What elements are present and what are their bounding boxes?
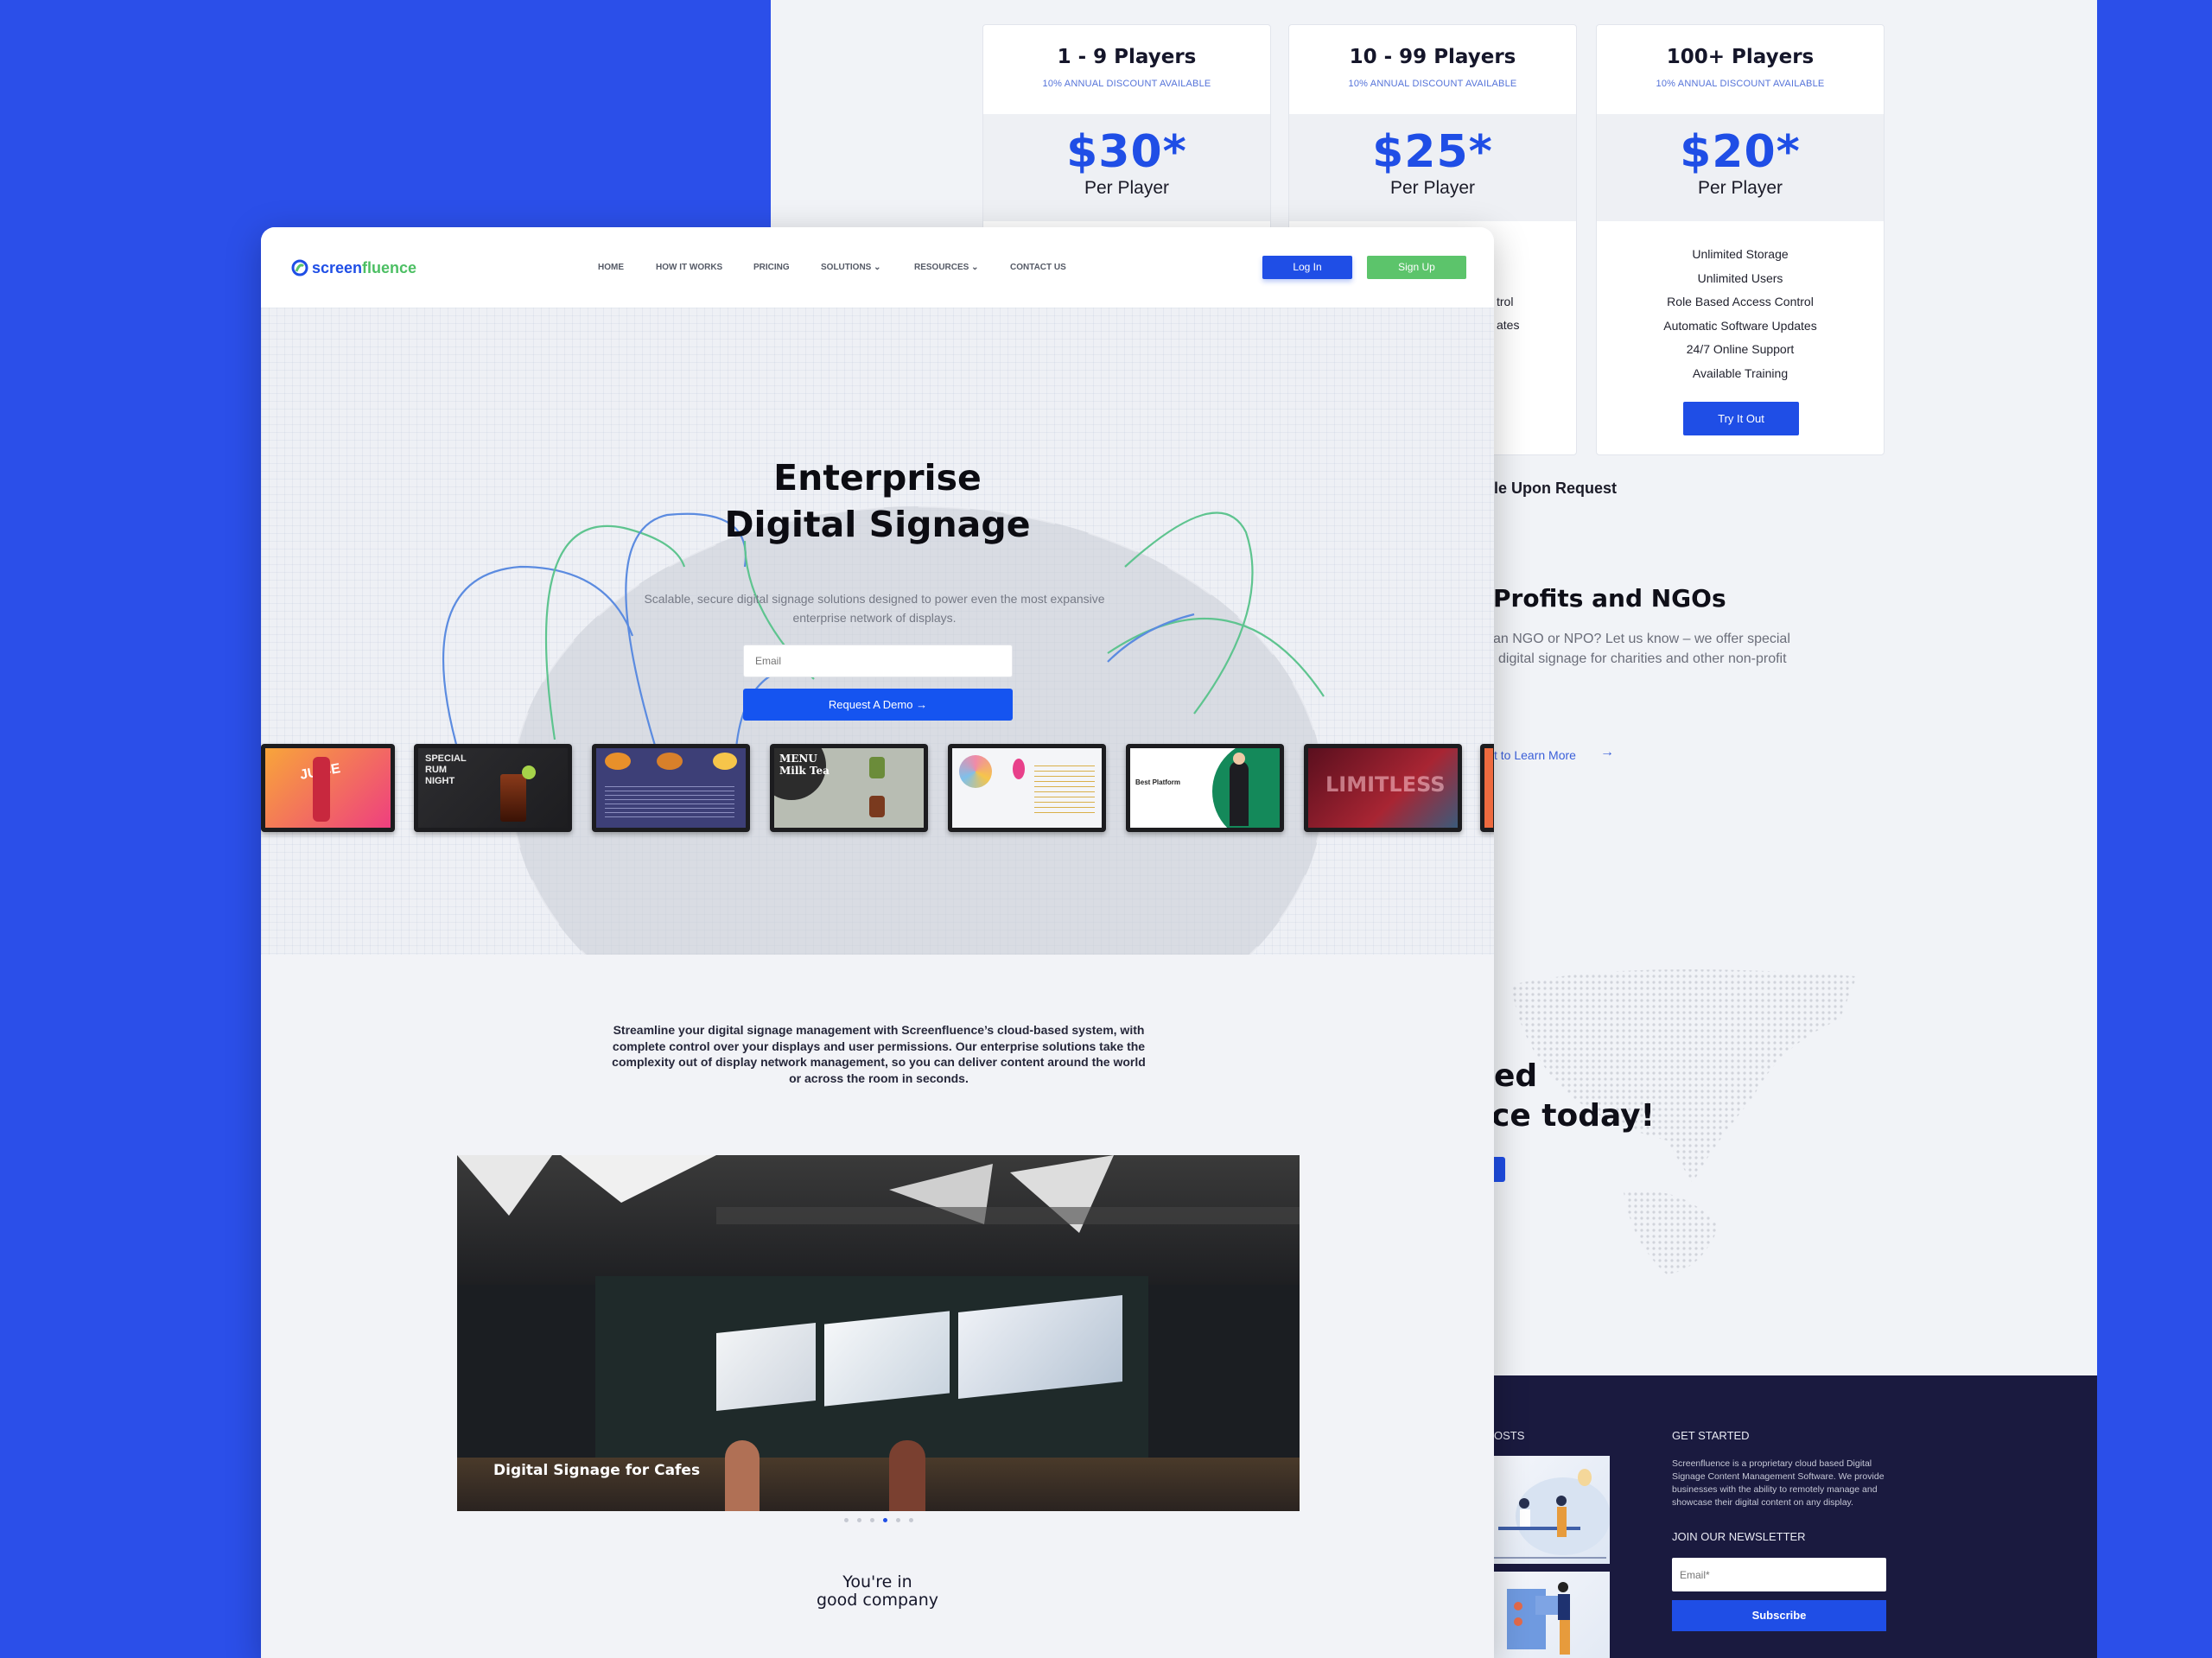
feature-item: Role Based Access Control xyxy=(1667,295,1814,308)
tile-text: MENU Milk Tea xyxy=(779,753,830,778)
nav-resources[interactable]: RESOURCES ⌄ xyxy=(914,263,979,272)
signage-tile[interactable]: SPECIAL RUM NIGHT xyxy=(414,744,572,832)
nav-contact-us[interactable]: CONTACT US xyxy=(1010,263,1066,272)
tier-title: 1 - 9 Players xyxy=(1057,46,1197,68)
feature-item: Automatic Software Updates xyxy=(1663,318,1817,333)
hero-title: Enterprise Digital Signage xyxy=(261,454,1494,548)
menu-screen xyxy=(716,1322,816,1412)
feature-item: 24/7 Online Support xyxy=(1686,342,1795,356)
carousel-dot[interactable] xyxy=(896,1518,900,1522)
price: $20* xyxy=(1680,126,1801,178)
login-button[interactable]: Log In xyxy=(1262,256,1352,279)
post-thumbnail[interactable] xyxy=(1494,1572,1610,1658)
feature-item: Available Training xyxy=(1692,365,1789,380)
team-illustration-icon xyxy=(1494,1469,1611,1559)
nav-label: SOLUTIONS xyxy=(821,263,872,272)
learn-more-link[interactable]: t to Learn More xyxy=(1494,748,1576,762)
tile-text: Best Platform xyxy=(1135,778,1181,786)
nav-label: RESOURCES xyxy=(914,263,969,272)
newsletter-email-input[interactable] xyxy=(1672,1558,1886,1591)
recent-posts-heading: OSTS xyxy=(1494,1429,1525,1442)
signage-tile[interactable]: Best Platform xyxy=(1126,744,1284,832)
feature-list: Unlimited Storage Unlimited Users Role B… xyxy=(1597,243,1884,385)
feature-item: Unlimited Users xyxy=(1697,270,1783,285)
discount-note: 10% ANNUAL DISCOUNT AVAILABLE xyxy=(1348,79,1517,89)
menu-screen xyxy=(958,1295,1122,1399)
button-label: Request A Demo xyxy=(828,698,913,711)
chevron-down-icon: ⌄ xyxy=(874,263,881,272)
post-thumbnail[interactable] xyxy=(1494,1456,1611,1564)
signage-tile[interactable] xyxy=(1480,744,1494,832)
ceiling-graphic xyxy=(457,1155,1300,1233)
nonprofit-text: digital signage for charities and other … xyxy=(1498,651,1787,666)
logo-text: screen xyxy=(312,258,363,276)
nonprofit-text: an NGO or NPO? Let us know – we offer sp… xyxy=(1493,632,1790,646)
heading-line: good company xyxy=(817,1591,938,1610)
nav-solutions[interactable]: SOLUTIONS ⌄ xyxy=(821,263,881,272)
cta-heading: ed xyxy=(1494,1058,1538,1094)
pricing-card-100-plus: 100+ Players 10% ANNUAL DISCOUNT AVAILAB… xyxy=(1596,24,1885,455)
logo-text: fluence xyxy=(362,258,417,276)
demo-email-input[interactable] xyxy=(743,645,1013,677)
hero-section: Enterprise Digital Signage Scalable, sec… xyxy=(261,308,1494,955)
feature-fragment: trol xyxy=(1497,295,1514,308)
per-player: Per Player xyxy=(1389,178,1476,198)
tile-text: LIMITLESS xyxy=(1325,772,1446,797)
cta-heading: ce today! xyxy=(1491,1098,1656,1134)
homepage-window: screen fluence HOME HOW IT WORKS PRICING … xyxy=(261,227,1494,1658)
heading-line: You're in xyxy=(842,1572,912,1591)
company-description: Screenfluence is a proprietary cloud bas… xyxy=(1672,1458,1885,1508)
carousel-dot[interactable] xyxy=(857,1518,861,1522)
menu-illustration-icon xyxy=(1507,1582,1570,1655)
carousel-dot[interactable] xyxy=(844,1518,849,1522)
tier-title: 10 - 99 Players xyxy=(1349,46,1516,68)
hero-title-line: Enterprise xyxy=(773,457,982,499)
carousel-caption: Digital Signage for Cafes xyxy=(493,1462,701,1479)
top-navigation: screen fluence HOME HOW IT WORKS PRICING … xyxy=(261,227,1494,308)
signage-tile[interactable]: MENU Milk Tea xyxy=(770,744,928,832)
feature-fragment: ates xyxy=(1497,318,1520,332)
tile-text: SPECIAL RUM NIGHT xyxy=(425,753,467,787)
discount-note: 10% ANNUAL DISCOUNT AVAILABLE xyxy=(1042,79,1211,89)
menu-screen xyxy=(824,1311,950,1407)
hero-subtitle: Scalable, secure digital signage solutio… xyxy=(644,592,1105,625)
good-company-heading: You're in good company xyxy=(261,1573,1494,1610)
nav-pricing[interactable]: PRICING xyxy=(753,263,790,272)
carousel-dot[interactable] xyxy=(909,1518,913,1522)
hero-title-line: Digital Signage xyxy=(724,504,1031,545)
price: $25* xyxy=(1372,126,1493,178)
per-player: Per Player xyxy=(1084,178,1170,198)
cafe-carousel-slide[interactable]: Digital Signage for Cafes xyxy=(457,1155,1300,1511)
arrow-right-icon: → xyxy=(916,698,928,711)
signage-tile[interactable] xyxy=(948,744,1106,832)
globe-network-graphic xyxy=(442,505,1325,955)
carousel-dot[interactable] xyxy=(870,1518,874,1522)
subscribe-button[interactable]: Subscribe xyxy=(1672,1600,1886,1631)
arrow-right-icon: → xyxy=(1600,745,1614,759)
carousel-dot-active[interactable] xyxy=(883,1518,887,1522)
logo-mark-icon xyxy=(291,259,308,276)
intro-paragraph: Streamline your digital signage manageme… xyxy=(612,1023,1146,1085)
newsletter-heading: JOIN OUR NEWSLETTER xyxy=(1672,1530,1806,1543)
request-demo-button[interactable]: Request A Demo → xyxy=(743,689,1013,721)
signage-tile[interactable]: JUICE xyxy=(261,744,395,832)
per-player: Per Player xyxy=(1697,178,1783,198)
try-it-out-button[interactable]: Try It Out xyxy=(1683,402,1799,435)
discount-note: 10% ANNUAL DISCOUNT AVAILABLE xyxy=(1656,79,1825,89)
nav-home[interactable]: HOME xyxy=(598,263,624,272)
feature-item: Unlimited Storage xyxy=(1692,247,1789,261)
nonprofit-heading: Profits and NGOs xyxy=(1493,584,1726,613)
signup-button[interactable]: Sign Up xyxy=(1367,256,1466,279)
signage-tile[interactable] xyxy=(592,744,750,832)
get-started-heading: GET STARTED xyxy=(1672,1429,1750,1442)
price: $30* xyxy=(1066,126,1187,178)
signage-tile[interactable]: LIMITLESS xyxy=(1304,744,1462,832)
tier-title: 100+ Players xyxy=(1666,46,1815,68)
screenfluence-logo[interactable]: screen fluence xyxy=(290,258,416,277)
custom-pricing-text: le Upon Request xyxy=(1494,480,1618,497)
nav-how-it-works[interactable]: HOW IT WORKS xyxy=(656,263,722,272)
chevron-down-icon: ⌄ xyxy=(971,263,979,272)
